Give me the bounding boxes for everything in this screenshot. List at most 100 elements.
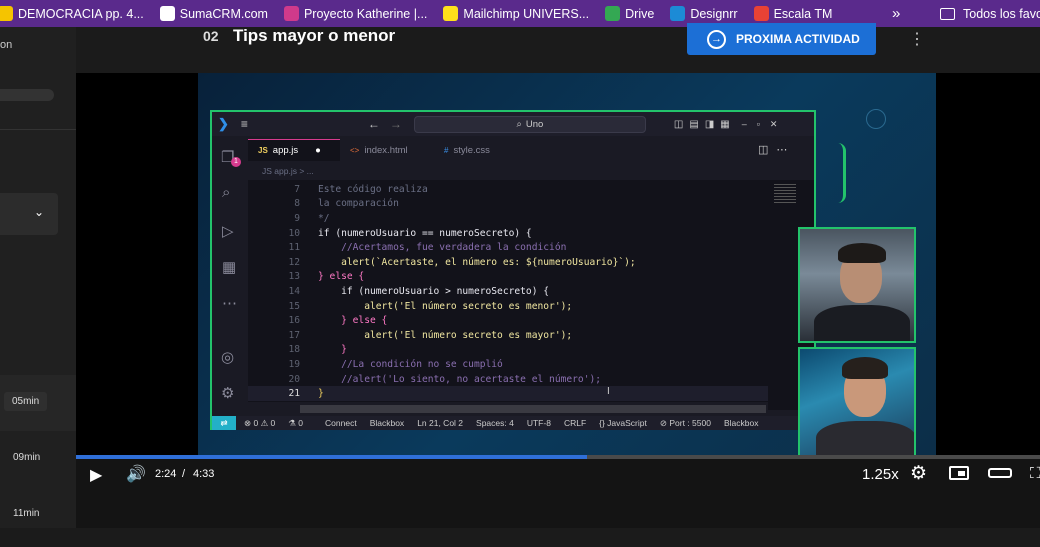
code-line: 16 } else { bbox=[248, 313, 768, 328]
line-number: 13 bbox=[288, 271, 300, 283]
escala-icon bbox=[753, 6, 769, 21]
status-item[interactable]: Ln 21, Col 2 bbox=[417, 418, 463, 428]
status-item[interactable]: UTF-8 bbox=[527, 418, 551, 428]
vscode-window: ❯ ≡ ← → ⌕ Uno ◫▤◨▦ –▫✕ ❐ 1 ⌕ ▷ ▦ ⋯ ◎ ⚙ JS… bbox=[210, 110, 816, 430]
layout-icons[interactable]: ◫▤◨▦ bbox=[674, 119, 736, 130]
bookmark-6[interactable]: Escala TM bbox=[753, 6, 841, 21]
status-item[interactable]: ⚗ 0 bbox=[288, 418, 303, 429]
bookmark-label: Proyecto Katherine |... bbox=[303, 6, 428, 21]
code-line: 7 Este código realiza bbox=[248, 182, 768, 197]
code-line: 9 */ bbox=[248, 211, 768, 226]
code-text: //Acertamos, fue verdadera la condición bbox=[318, 242, 567, 254]
forward-arrow-icon[interactable]: → bbox=[390, 117, 402, 131]
account-icon[interactable]: ◎ bbox=[221, 348, 234, 366]
time-total: 4:33 bbox=[193, 468, 215, 480]
folder-label: Todos los favo bbox=[963, 6, 1040, 21]
lesson-row[interactable]: 09min bbox=[0, 433, 76, 489]
tab-index-html[interactable]: <> index.html bbox=[340, 139, 434, 161]
line-number: 9 bbox=[294, 212, 300, 224]
bookmark-5[interactable]: Designrr bbox=[670, 6, 745, 21]
time-current: 2:24 bbox=[155, 468, 177, 480]
lesson-number: 02 bbox=[203, 28, 219, 44]
code-line: 20 //alert('Lo siento, no acertaste el n… bbox=[248, 372, 768, 387]
bookmark-label: Escala TM bbox=[773, 6, 833, 21]
next-activity-button[interactable]: → PROXIMA ACTIVIDAD bbox=[687, 23, 876, 55]
bookmark-label: DEMOCRACIA pp. 4... bbox=[18, 6, 144, 21]
next-activity-label: PROXIMA ACTIVIDAD bbox=[736, 32, 860, 46]
search-sidebar-icon[interactable]: ⌕ bbox=[222, 184, 230, 201]
person-hair bbox=[838, 243, 886, 263]
minimap-lines bbox=[774, 184, 796, 204]
bookmark-2[interactable]: Proyecto Katherine |... bbox=[283, 6, 435, 21]
code-line: 19 //La condición no se cumplió bbox=[248, 357, 768, 372]
extensions-icon[interactable]: ▦ bbox=[222, 258, 236, 276]
lesson-title: Tips mayor o menor bbox=[233, 26, 396, 45]
theater-mode-icon[interactable] bbox=[988, 468, 1012, 478]
tab-app-js[interactable]: JS app.js ● bbox=[248, 139, 340, 161]
js-file-icon: JS bbox=[258, 146, 268, 155]
section-dropdown[interactable]: ⌄ bbox=[0, 193, 58, 235]
fullscreen-icon[interactable]: ⛶ bbox=[1030, 465, 1040, 482]
chevron-down-icon: ⌄ bbox=[34, 205, 45, 219]
code-text: } bbox=[318, 344, 347, 356]
lesson-row[interactable]: 05min bbox=[0, 375, 76, 431]
miniplayer-icon[interactable] bbox=[949, 466, 969, 480]
tab-label: style.css bbox=[453, 144, 490, 156]
search-icon: ⌕ bbox=[516, 118, 522, 130]
volume-icon[interactable]: 🔊 bbox=[126, 464, 146, 484]
sumacrm-icon bbox=[159, 6, 175, 21]
lesson-row[interactable]: 11min bbox=[0, 491, 76, 547]
status-item[interactable]: ⊘ Port : 5500 bbox=[660, 418, 711, 429]
window-controls[interactable]: –▫✕ bbox=[742, 119, 788, 130]
bookmark-1[interactable]: SumaCRM.com bbox=[159, 6, 276, 21]
line-number: 7 bbox=[294, 183, 300, 195]
neon-bracket-decoration bbox=[816, 143, 846, 203]
democracia-icon bbox=[0, 6, 13, 21]
status-item[interactable]: ⊗ 0 ⚠ 0 bbox=[244, 418, 275, 429]
search-text: Uno bbox=[525, 118, 544, 130]
status-item[interactable]: Spaces: 4 bbox=[476, 418, 514, 428]
css-file-icon: # bbox=[444, 145, 449, 155]
vscode-statusbar: ⇄ ⊗ 0 ⚠ 0 ⚗ 0 Connect Blackbox Ln 21, Col 2 Sp… bbox=[212, 416, 814, 430]
status-item[interactable]: Blackbox bbox=[724, 418, 759, 428]
progress-track[interactable] bbox=[76, 455, 1040, 459]
line-number: 18 bbox=[288, 344, 300, 356]
bookmark-3[interactable]: Mailchimp UNIVERS... bbox=[443, 6, 597, 21]
menu-icon[interactable]: ≡ bbox=[241, 117, 248, 131]
line-number: 19 bbox=[288, 358, 300, 370]
play-icon[interactable]: ▶ bbox=[90, 465, 102, 485]
settings-gear-icon[interactable]: ⚙ bbox=[221, 384, 234, 402]
line-number: 8 bbox=[294, 198, 300, 210]
back-arrow-icon[interactable]: ← bbox=[368, 117, 380, 131]
bookmarks-overflow-button[interactable]: » bbox=[892, 5, 900, 22]
bookmark-label: Mailchimp UNIVERS... bbox=[463, 6, 590, 21]
run-debug-icon[interactable]: ▷ bbox=[222, 222, 234, 240]
progress-fill bbox=[76, 455, 587, 459]
tab-style-css[interactable]: # style.css bbox=[434, 139, 528, 161]
duration-badge: 05min bbox=[4, 392, 48, 411]
settings-gear-icon[interactable]: ⚙ bbox=[910, 462, 927, 485]
html-file-icon: <> bbox=[350, 145, 360, 155]
more-views-icon[interactable]: ⋯ bbox=[222, 294, 237, 312]
playback-speed-button[interactable]: 1.25x bbox=[862, 466, 899, 483]
bookmark-0[interactable]: DEMOCRACIA pp. 4... bbox=[0, 6, 152, 21]
code-text: } else { bbox=[318, 271, 365, 283]
remote-indicator-icon[interactable]: ⇄ bbox=[212, 416, 236, 430]
status-item[interactable]: Blackbox bbox=[370, 418, 405, 428]
bookmark-label: SumaCRM.com bbox=[179, 6, 268, 21]
status-item[interactable]: {} JavaScript bbox=[599, 418, 647, 428]
split-editor-icon[interactable]: ◫⋯ bbox=[758, 143, 795, 161]
bookmark-4[interactable]: Drive bbox=[605, 6, 662, 21]
time-separator: / bbox=[182, 468, 186, 480]
status-item[interactable]: Connect bbox=[325, 418, 357, 428]
command-search-box[interactable]: ⌕ Uno bbox=[413, 115, 646, 133]
person-hair bbox=[842, 357, 888, 379]
all-bookmarks-folder[interactable]: Todos los favo bbox=[940, 7, 1040, 21]
mailchimp-icon bbox=[443, 6, 459, 21]
status-item[interactable]: CRLF bbox=[564, 418, 586, 428]
horizontal-scrollbar[interactable] bbox=[300, 405, 766, 413]
more-options-icon[interactable]: ⋮ bbox=[909, 29, 925, 49]
sidebar-divider bbox=[0, 129, 76, 130]
code-text: alert('El número secreto es menor'); bbox=[318, 300, 573, 312]
vscode-titlebar: ❯ ≡ ← → ⌕ Uno ◫▤◨▦ –▫✕ bbox=[212, 112, 814, 136]
